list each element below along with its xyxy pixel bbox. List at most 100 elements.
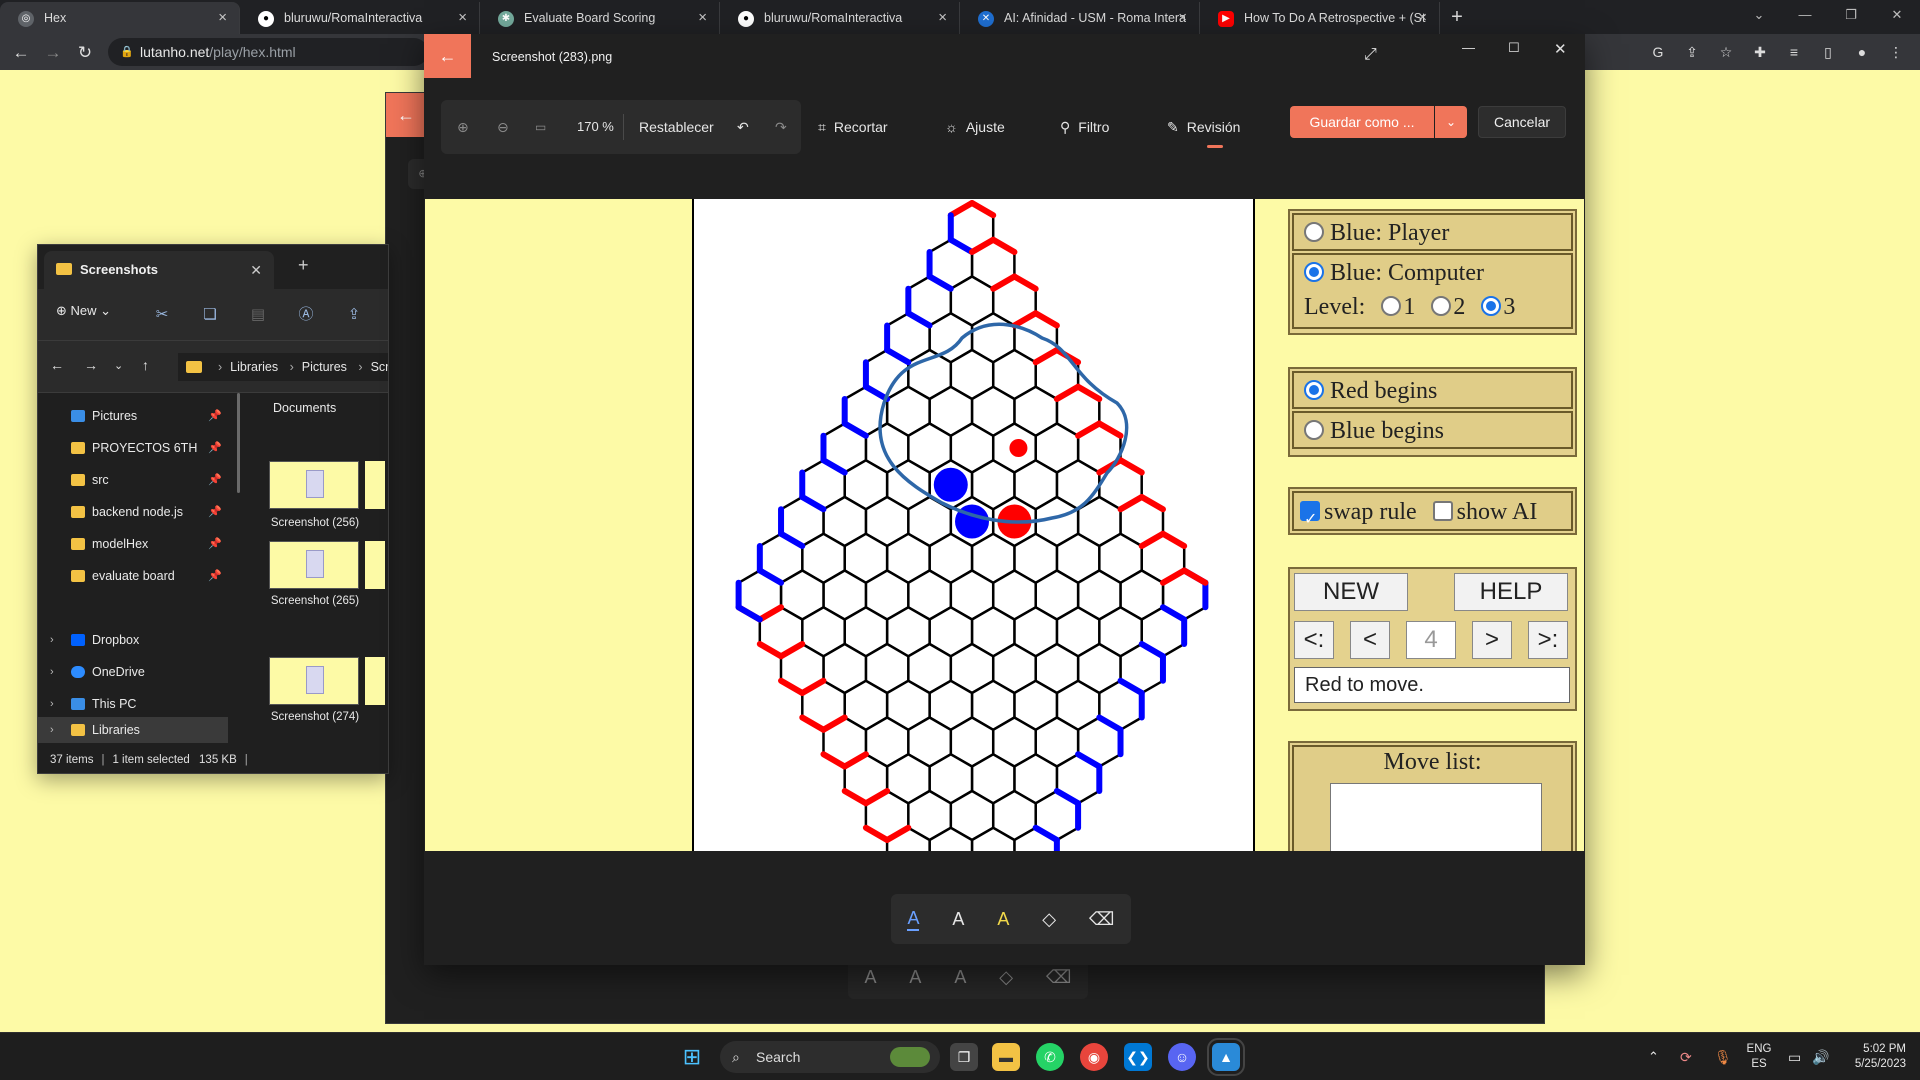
profile-avatar[interactable]: ● bbox=[1850, 40, 1874, 64]
windows-start-icon[interactable]: ⊞ bbox=[678, 1043, 706, 1071]
cancel-button[interactable]: Cancelar bbox=[1478, 106, 1566, 138]
close-tab-icon[interactable]: × bbox=[1178, 9, 1187, 26]
save-options-chevron-icon[interactable]: ⌄ bbox=[1435, 106, 1467, 138]
close-tab-icon[interactable]: × bbox=[1418, 9, 1427, 26]
breadcrumb-item[interactable]: Screen bbox=[371, 360, 388, 374]
up-arrow-icon[interactable]: ↑ bbox=[142, 357, 149, 373]
new-game-button[interactable]: NEW bbox=[1294, 573, 1408, 611]
chevron-right-icon[interactable]: › bbox=[50, 717, 54, 743]
level-2-radio[interactable] bbox=[1431, 296, 1452, 316]
browser-tab[interactable]: ● bluruwu/RomaInteractiva × bbox=[240, 2, 480, 34]
browser-tab[interactable]: ✱ Evaluate Board Scoring × bbox=[480, 2, 720, 34]
tab-markup[interactable]: ✎ Revisión bbox=[1167, 100, 1240, 154]
breadcrumb-item[interactable]: Pictures bbox=[302, 360, 347, 374]
save-as-button[interactable]: Guardar como ... bbox=[1290, 106, 1434, 138]
file-thumbnail-partial[interactable] bbox=[365, 541, 385, 589]
share-icon[interactable]: ⇪ bbox=[342, 303, 366, 327]
nav-item-modelhex[interactable]: modelHex 📌 bbox=[38, 531, 228, 557]
restore-icon[interactable]: ❐ bbox=[1828, 0, 1874, 30]
blue-begins-radio[interactable] bbox=[1304, 420, 1324, 440]
chevron-right-icon[interactable]: › bbox=[50, 691, 54, 717]
extensions-puzzle-icon[interactable]: ✚ bbox=[1748, 40, 1772, 64]
option-blue-computer[interactable]: Blue: Computer Level: 1 2 3 bbox=[1292, 253, 1573, 329]
nav-item-libraries[interactable]: › Libraries bbox=[38, 717, 228, 743]
copy-icon[interactable]: ❏ bbox=[198, 303, 222, 327]
minimize-icon[interactable]: — bbox=[1782, 0, 1828, 30]
option-red-begins[interactable]: Red begins bbox=[1292, 371, 1573, 409]
address-bar[interactable]: 🔒 lutanho.net/play/hex.html bbox=[108, 38, 428, 66]
side-panel-icon[interactable]: ▯ bbox=[1816, 40, 1840, 64]
new-tab-button[interactable]: + bbox=[1440, 2, 1474, 34]
nav-item-src[interactable]: src 📌 bbox=[38, 467, 228, 493]
file-name[interactable]: Screenshot (274) bbox=[265, 711, 365, 723]
photos-app-icon[interactable]: ▲ bbox=[1207, 1038, 1245, 1076]
chevron-right-icon[interactable]: › bbox=[50, 627, 54, 653]
discord-icon[interactable]: ☺ bbox=[1168, 1043, 1196, 1071]
tab-filter[interactable]: ⚲ Filtro bbox=[1060, 100, 1109, 154]
help-button[interactable]: HELP bbox=[1454, 573, 1568, 611]
file-name[interactable]: Screenshot (265) bbox=[265, 595, 365, 607]
zoom-level[interactable]: 170 % bbox=[577, 100, 614, 154]
nav-item-this-pc[interactable]: › This PC bbox=[38, 691, 228, 717]
cut-icon[interactable]: ✂ bbox=[150, 303, 174, 327]
nav-item-backend[interactable]: backend node.js 📌 bbox=[38, 499, 228, 525]
whatsapp-icon[interactable]: ✆ bbox=[1036, 1043, 1064, 1071]
nav-item-dropbox[interactable]: › Dropbox bbox=[38, 627, 228, 653]
file-thumbnail-partial[interactable] bbox=[365, 657, 385, 705]
close-tab-icon[interactable]: × bbox=[458, 9, 467, 26]
close-tab-icon[interactable]: × bbox=[218, 9, 227, 26]
file-explorer-icon[interactable]: ▬ bbox=[992, 1043, 1020, 1071]
previous-move-button[interactable]: < bbox=[1350, 621, 1390, 659]
nav-scrollbar[interactable] bbox=[237, 393, 240, 493]
tab-crop[interactable]: ⌗ Recortar bbox=[818, 100, 888, 154]
tab-search-icon[interactable]: ⌄ bbox=[1736, 0, 1782, 30]
image-canvas[interactable]: Blue: Player Blue: Computer Level: 1 2 3… bbox=[425, 199, 1584, 851]
language-indicator[interactable]: ENG ES bbox=[1744, 1042, 1774, 1072]
file-name[interactable]: Screenshot (256) bbox=[265, 517, 365, 529]
close-tab-icon[interactable]: × bbox=[938, 9, 947, 26]
close-tab-icon[interactable]: ✕ bbox=[250, 251, 262, 289]
back-arrow-icon[interactable]: ← bbox=[50, 357, 64, 373]
browser-tab[interactable]: ● bluruwu/RomaInteractiva × bbox=[720, 2, 960, 34]
new-button[interactable]: ⊕ New ⌄ bbox=[56, 303, 111, 319]
reset-button[interactable]: Restablecer bbox=[639, 100, 714, 154]
back-arrow-icon[interactable]: ← bbox=[424, 34, 471, 78]
fit-to-window-icon[interactable]: ▭ bbox=[535, 100, 546, 154]
move-number-field[interactable]: 4 bbox=[1406, 621, 1456, 659]
recent-chevron-icon[interactable]: ⌄ bbox=[114, 359, 123, 372]
google-icon[interactable]: G bbox=[1646, 40, 1670, 64]
maximize-icon[interactable]: ☐ bbox=[1508, 40, 1520, 56]
breadcrumb[interactable]: ›Libraries ›Pictures ›Screen bbox=[178, 353, 388, 381]
hex-board-area[interactable] bbox=[692, 199, 1255, 851]
expand-icon[interactable]: ⤢ bbox=[1364, 46, 1377, 64]
close-window-icon[interactable]: ✕ bbox=[1874, 0, 1920, 30]
close-window-icon[interactable]: ✕ bbox=[1554, 40, 1567, 58]
undo-icon[interactable]: ↶ bbox=[737, 100, 749, 154]
file-thumbnail[interactable] bbox=[269, 657, 359, 705]
share-icon[interactable]: ⇪ bbox=[1680, 40, 1704, 64]
red-begins-radio[interactable] bbox=[1304, 380, 1324, 400]
nav-item-proyectos[interactable]: PROYECTOS 6TH 📌 bbox=[38, 435, 228, 461]
forward-arrow-icon[interactable]: → bbox=[84, 357, 98, 373]
file-thumbnail[interactable] bbox=[269, 541, 359, 589]
close-tab-icon[interactable]: × bbox=[698, 9, 707, 26]
last-move-button[interactable]: >: bbox=[1528, 621, 1568, 659]
forward-arrow-icon[interactable]: → bbox=[40, 40, 66, 66]
hex-board[interactable] bbox=[694, 199, 1255, 851]
microphone-icon[interactable]: 🎙 bbox=[1714, 1033, 1732, 1080]
minimize-icon[interactable]: — bbox=[1462, 40, 1475, 55]
more-menu-icon[interactable]: ⋮ bbox=[1884, 40, 1908, 64]
level-3-radio[interactable] bbox=[1481, 296, 1502, 316]
clock[interactable]: 5:02 PM 5/25/2023 bbox=[1840, 1042, 1906, 1072]
eraser-icon[interactable]: ◇ bbox=[1042, 909, 1056, 930]
first-move-button[interactable]: <: bbox=[1294, 621, 1334, 659]
move-list-textarea[interactable] bbox=[1330, 783, 1542, 851]
volume-icon[interactable]: 🔊 bbox=[1812, 1033, 1829, 1080]
browser-tab[interactable]: ◎ Hex × bbox=[0, 2, 240, 34]
next-move-button[interactable]: > bbox=[1472, 621, 1512, 659]
new-tab-icon[interactable]: + bbox=[298, 255, 309, 276]
ballpoint-pen-icon[interactable]: A bbox=[907, 908, 920, 931]
task-view-icon[interactable]: ❐ bbox=[950, 1043, 978, 1071]
tab-adjust[interactable]: ☼ Ajuste bbox=[945, 100, 1005, 154]
bookmark-star-icon[interactable]: ☆ bbox=[1714, 40, 1738, 64]
